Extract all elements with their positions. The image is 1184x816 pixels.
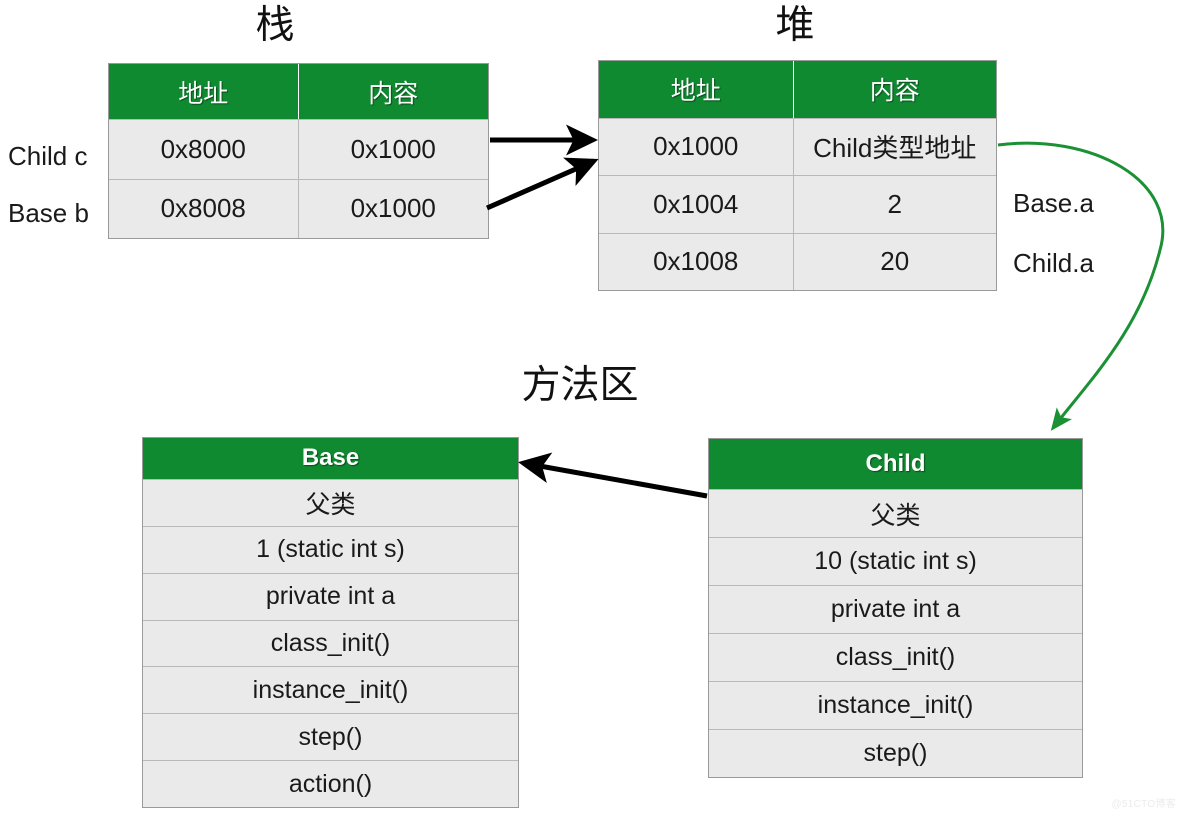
- stack-header-address: 地址: [109, 64, 299, 120]
- heap-row-2-address: 0x1008: [599, 233, 794, 290]
- stack-table: 地址 内容 0x8000 0x1000 0x8008 0x1000: [108, 63, 489, 239]
- stack-row-1-label: Base b: [8, 198, 89, 228]
- child-class-table: Child 父类 10 (static int s) private int a…: [708, 438, 1083, 778]
- child-class-row-2: private int a: [830, 595, 961, 623]
- heap-row-0-address: 0x1000: [599, 118, 794, 175]
- table-row: step(): [143, 713, 518, 761]
- heap-header-address: 地址: [599, 61, 794, 118]
- child-class-header: Child: [709, 439, 1082, 489]
- base-class-row-5: step(): [298, 722, 363, 751]
- table-row: 父类: [143, 478, 518, 526]
- base-class-row-2: private int a: [265, 582, 396, 611]
- table-row: 1 (static int s): [143, 525, 518, 573]
- child-class-row-4: instance_init(): [817, 691, 974, 719]
- heap-row-1-address: 0x1004: [599, 176, 794, 233]
- heap-section-title: 堆: [775, 4, 815, 47]
- child-class-row-5: step(): [863, 739, 928, 767]
- diagram-canvas: 栈 堆 方法区 地址 内容 0x8000 0x1000 0x8008 0x100…: [0, 0, 1184, 816]
- base-class-row-6: action(): [288, 769, 373, 798]
- heap-table: 地址 内容 0x1000 Child类型地址 0x1004 2 0x1008 2…: [598, 60, 997, 291]
- watermark-label: @51CTO博客: [1111, 799, 1176, 810]
- heap-row-2-content: 20: [880, 246, 910, 277]
- table-row: step(): [709, 729, 1082, 777]
- heap-row-2-label: Child.a: [1013, 248, 1094, 278]
- base-class-header: Base: [143, 438, 518, 479]
- table-row: 0x1004 2: [599, 175, 996, 233]
- child-class-row-3: class_init(): [835, 643, 956, 671]
- table-row: 0x1000 Child类型地址: [599, 117, 996, 175]
- table-row: private int a: [709, 585, 1082, 633]
- base-class-row-1: 1 (static int s): [256, 535, 405, 564]
- table-row: class_init(): [709, 633, 1082, 681]
- base-class-table: Base 父类 1 (static int s) private int a c…: [142, 437, 519, 808]
- stack-row-1-content: 0x1000: [350, 193, 436, 224]
- child-class-row-0: 父类: [870, 501, 921, 530]
- base-class-row-4: instance_init(): [252, 675, 409, 704]
- table-row: instance_init(): [709, 681, 1082, 729]
- table-row: class_init(): [143, 619, 518, 667]
- heap-table-header-row: 地址 内容: [599, 61, 996, 118]
- heap-header-content: 内容: [869, 77, 920, 106]
- arrow-heap-object-to-child-class: [997, 141, 1165, 431]
- table-row: action(): [143, 760, 518, 808]
- heap-row-0-content: Child类型地址: [813, 133, 977, 164]
- stack-row-0-content: 0x1000: [350, 134, 436, 165]
- heap-row-1-content: 2: [887, 188, 902, 219]
- table-row: instance_init(): [143, 666, 518, 714]
- table-row: 0x1008 20: [599, 232, 996, 290]
- table-row: 0x8008 0x1000: [109, 178, 488, 239]
- table-row: 0x8000 0x1000: [109, 119, 488, 179]
- base-class-row-3: class_init(): [270, 628, 391, 657]
- stack-row-0-label: Child c: [8, 141, 88, 171]
- base-class-row-0: 父类: [305, 490, 356, 519]
- stack-header-content: 内容: [368, 79, 419, 108]
- table-row: private int a: [143, 572, 518, 620]
- arrow-child-class-to-base-class: [518, 452, 708, 499]
- child-class-row-1: 10 (static int s): [814, 547, 977, 575]
- arrow-stack-base-b-to-heap: [485, 157, 599, 211]
- table-row: 父类: [709, 489, 1082, 537]
- stack-section-title: 栈: [255, 4, 295, 47]
- stack-table-header-row: 地址 内容: [109, 64, 488, 120]
- heap-row-1-label: Base.a: [1013, 188, 1094, 218]
- stack-row-0-address: 0x8000: [109, 120, 299, 179]
- table-row: 10 (static int s): [709, 537, 1082, 585]
- method-area-section-title: 方法区: [521, 364, 639, 407]
- stack-row-1-address: 0x8008: [109, 179, 299, 239]
